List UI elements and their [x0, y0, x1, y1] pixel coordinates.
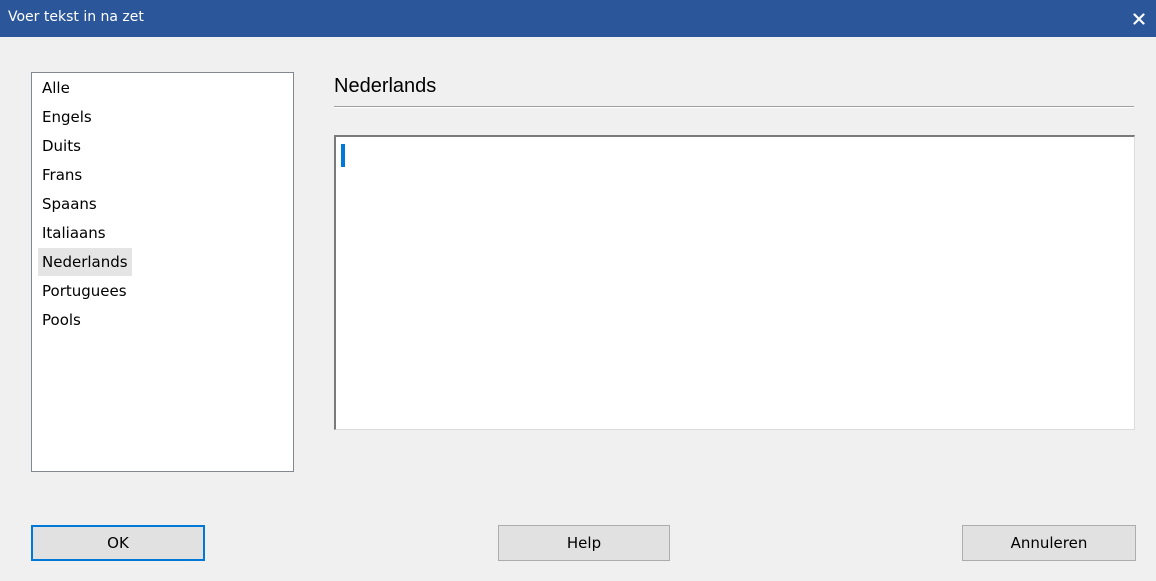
title-bar: Voer tekst in na zet — [0, 0, 1156, 37]
close-icon — [1133, 12, 1145, 25]
ok-button[interactable]: OK — [31, 525, 205, 561]
language-item-frans[interactable]: Frans — [38, 161, 86, 189]
text-input-area[interactable] — [334, 135, 1135, 430]
language-item-engels[interactable]: Engels — [38, 103, 96, 131]
cancel-button[interactable]: Annuleren — [962, 525, 1136, 561]
language-item-spaans[interactable]: Spaans — [38, 190, 101, 218]
language-item-portuguees[interactable]: Portuguees — [38, 277, 131, 305]
language-item-nederlands[interactable]: Nederlands — [38, 248, 132, 276]
language-heading: Nederlands — [334, 75, 437, 97]
language-item-italiaans[interactable]: Italiaans — [38, 219, 110, 247]
language-list[interactable]: Alle Engels Duits Frans Spaans Italiaans… — [31, 72, 294, 472]
language-item-duits[interactable]: Duits — [38, 132, 85, 160]
window-title: Voer tekst in na zet — [8, 9, 144, 25]
heading-divider — [334, 106, 1134, 108]
help-button[interactable]: Help — [498, 525, 670, 561]
language-item-pools[interactable]: Pools — [38, 306, 85, 334]
language-item-alle[interactable]: Alle — [38, 74, 74, 102]
close-button[interactable] — [1122, 0, 1156, 37]
text-caret — [341, 144, 345, 167]
